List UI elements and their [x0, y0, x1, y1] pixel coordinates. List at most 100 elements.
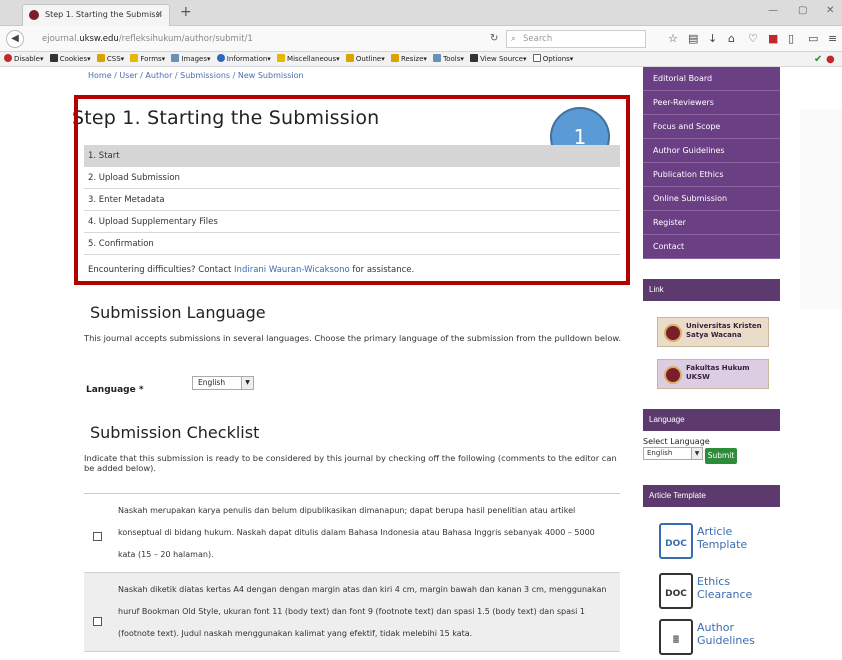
bookmark-star-icon[interactable]: ☆: [668, 32, 678, 45]
sidebar-menu: Editorial Board Peer-Reviewers Focus and…: [643, 67, 780, 259]
step-start[interactable]: 1. Start: [84, 145, 620, 167]
sidebar-item-register[interactable]: Register: [643, 211, 780, 235]
sidebar-item-author-guidelines[interactable]: Author Guidelines: [643, 139, 780, 163]
language-label: Language *: [86, 385, 144, 395]
checklist-item-text: Naskah diketik diatas kertas A4 dengan d…: [118, 585, 607, 638]
sidebar-language-select[interactable]: English ▼: [643, 447, 703, 460]
guidelines-document-icon: ≣: [659, 619, 693, 655]
checklist-description: Indicate that this submission is ready t…: [84, 453, 617, 473]
devbar-label: Resize▾: [400, 55, 427, 63]
article-template-heading: Article Template: [643, 485, 780, 507]
breadcrumb[interactable]: Home / User / Author / Submissions / New…: [88, 71, 304, 80]
fh-logo-icon: [664, 366, 682, 384]
site-favicon-icon: [29, 10, 39, 20]
devbar-resize[interactable]: Resize▾: [390, 52, 427, 67]
language-select[interactable]: English ▼: [192, 376, 254, 390]
submission-steps: 1. Start 2. Upload Submission 3. Enter M…: [84, 145, 620, 255]
search-icon: ⌕: [511, 34, 516, 44]
minimize-icon[interactable]: —: [768, 5, 778, 16]
language-select-value: English: [198, 378, 226, 387]
sidebar-item-peer-reviewers[interactable]: Peer-Reviewers: [643, 91, 780, 115]
doc-file-icon: DOC: [659, 573, 693, 609]
browser-nav-bar: ◀ ejournal.uksw.edu/refleksihukum/author…: [0, 26, 842, 52]
home-icon[interactable]: ⌂: [728, 32, 735, 45]
checklist-table: Naskah merupakan karya penulis dan belum…: [84, 493, 620, 652]
error-icon: ●: [826, 54, 835, 65]
close-tab-icon[interactable]: ✕: [155, 5, 163, 25]
devbar-label: Tools▾: [443, 55, 464, 63]
ethics-clearance-link[interactable]: DOC Ethics Clearance: [657, 569, 767, 613]
language-description: This journal accepts submissions in seve…: [84, 333, 622, 343]
chevron-down-icon: ▼: [691, 448, 702, 459]
reading-list-icon[interactable]: ▤: [688, 32, 698, 45]
devbar-outline[interactable]: Outline▾: [345, 52, 385, 67]
back-icon[interactable]: ◀: [6, 30, 24, 48]
sidebar-item-focus-scope[interactable]: Focus and Scope: [643, 115, 780, 139]
download-icon[interactable]: ↓: [708, 32, 717, 45]
checklist-row: Naskah diketik diatas kertas A4 dengan d…: [84, 573, 620, 652]
sidebar-item-publication-ethics[interactable]: Publication Ethics: [643, 163, 780, 187]
extension-icon[interactable]: ■: [768, 32, 778, 45]
checklist-row: Naskah merupakan karya penulis dan belum…: [84, 494, 620, 573]
checklist-checkbox[interactable]: [93, 617, 102, 626]
step-enter-metadata[interactable]: 3. Enter Metadata: [84, 189, 620, 211]
devbar-images[interactable]: Images▾: [171, 52, 211, 67]
sidebar-item-editorial-board[interactable]: Editorial Board: [643, 67, 780, 91]
contact-link[interactable]: Indirani Wauran-Wicaksono: [234, 265, 350, 275]
language-submit-button[interactable]: Submit: [705, 448, 737, 464]
devbar-disable[interactable]: Disable▾: [4, 52, 43, 67]
devbar-css[interactable]: CSS▾: [96, 52, 124, 67]
devbar-label: View Source▾: [480, 55, 527, 63]
pocket-icon[interactable]: ♡: [748, 32, 758, 45]
close-window-icon[interactable]: ✕: [826, 5, 834, 16]
checklist-checkbox[interactable]: [93, 532, 102, 541]
checkmark-icon: ✔: [814, 54, 823, 65]
devbar-miscellaneous[interactable]: Miscellaneous▾: [277, 52, 340, 67]
link-block-heading: Link: [643, 279, 780, 301]
url-host: uksw.edu: [79, 34, 119, 44]
devbar-label: Information▾: [226, 55, 271, 63]
devbar-cookies[interactable]: Cookies▾: [49, 52, 91, 67]
url-prefix: ejournal.: [42, 34, 80, 44]
sidebar-icon[interactable]: ▯: [788, 32, 794, 45]
sidebar-item-online-submission[interactable]: Online Submission: [643, 187, 780, 211]
step-supplementary-files[interactable]: 4. Upload Supplementary Files: [84, 211, 620, 233]
devbar-label: Outline▾: [355, 55, 385, 63]
step-upload-submission[interactable]: 2. Upload Submission: [84, 167, 620, 189]
new-tab-icon[interactable]: +: [180, 4, 192, 20]
uksw-banner[interactable]: Universitas Kristen Satya Wacana: [657, 317, 769, 347]
devbar-tools[interactable]: Tools▾: [433, 52, 464, 67]
difficulty-notice: Encountering difficulties? Contact Indir…: [88, 265, 414, 275]
browser-tab[interactable]: Step 1. Starting the Submissi ✕: [22, 4, 170, 26]
tab-title: Step 1. Starting the Submissi: [45, 10, 162, 19]
right-page-stub: [800, 110, 842, 310]
fh-banner-text: Fakultas Hukum UKSW: [686, 364, 750, 381]
web-developer-toolbar: Disable▾ Cookies▾ CSS▾ Forms▾ Images▾ In…: [0, 52, 842, 67]
right-sidebar: Editorial Board Peer-Reviewers Focus and…: [643, 67, 780, 660]
chat-icon[interactable]: ▭: [808, 32, 818, 45]
fh-uksw-banner[interactable]: Fakultas Hukum UKSW: [657, 359, 769, 389]
article-template-link[interactable]: DOC Article Template: [657, 519, 767, 563]
search-input[interactable]: ⌕ Search: [506, 30, 646, 48]
language-block-heading: Language: [643, 409, 780, 431]
address-bar[interactable]: ejournal.uksw.edu/refleksihukum/author/s…: [28, 30, 488, 48]
uksw-banner-text: Universitas Kristen Satya Wacana: [686, 322, 762, 339]
article-template-label: Article Template: [697, 525, 748, 551]
maximize-icon[interactable]: ▢: [798, 5, 807, 16]
step-confirmation[interactable]: 5. Confirmation: [84, 233, 620, 255]
sidebar-item-contact[interactable]: Contact: [643, 235, 780, 259]
devbar-label: Disable▾: [14, 55, 44, 63]
submission-language-heading: Submission Language: [90, 303, 266, 322]
browser-tab-bar: Step 1. Starting the Submissi ✕ + — ▢ ✕: [0, 0, 842, 26]
checklist-item-text: Naskah merupakan karya penulis dan belum…: [118, 506, 595, 559]
devbar-view-source[interactable]: View Source▾: [470, 52, 527, 67]
reload-icon[interactable]: ↻: [490, 33, 498, 44]
devbar-information[interactable]: Information▾: [216, 52, 271, 67]
chevron-down-icon: ▼: [241, 377, 253, 389]
difficulty-prefix: Encountering difficulties? Contact: [88, 265, 235, 275]
devbar-label: Miscellaneous▾: [287, 55, 340, 63]
devbar-options[interactable]: Options▾: [532, 52, 573, 67]
devbar-forms[interactable]: Forms▾: [130, 52, 165, 67]
menu-icon[interactable]: ≡: [828, 32, 837, 45]
author-guidelines-link[interactable]: ≣ Author Guidelines: [657, 615, 767, 659]
